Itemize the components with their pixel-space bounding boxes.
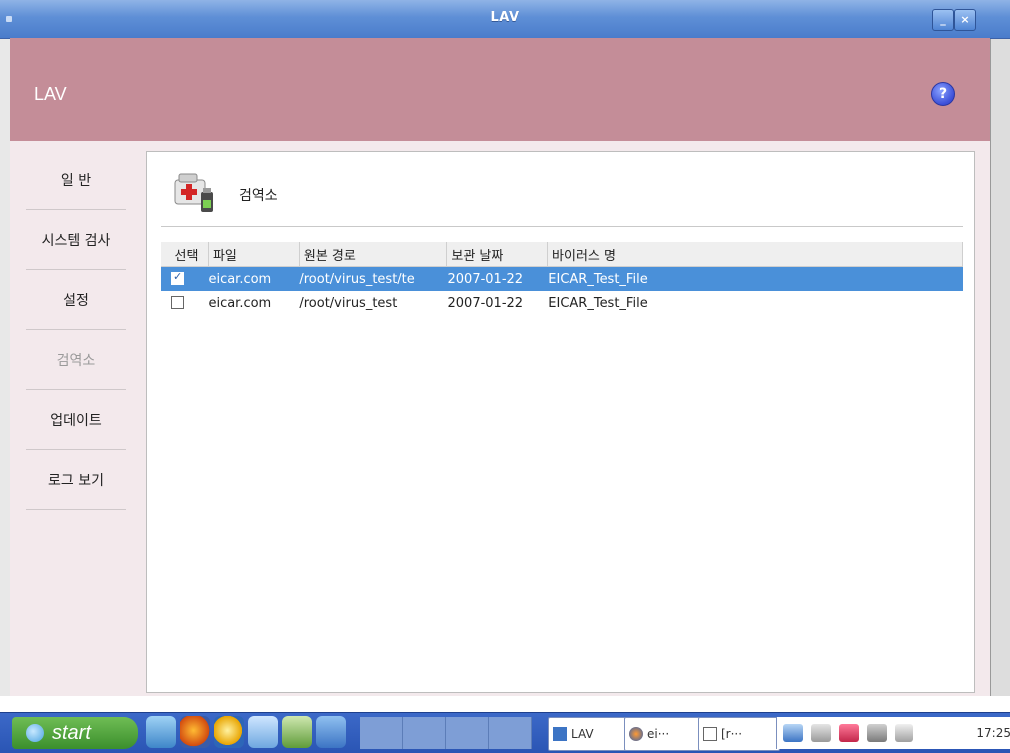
row-select-cell — [161, 295, 204, 312]
tray-app-icon[interactable] — [783, 724, 803, 742]
volume-icon[interactable] — [895, 724, 913, 742]
workspace-2[interactable] — [403, 717, 446, 749]
tray-security-icon[interactable] — [839, 724, 859, 742]
list-row[interactable]: eicar.com /root/virus_test/te 2007-01-22… — [161, 267, 963, 291]
start-orb-icon — [26, 724, 44, 742]
sidebar-nav: 일 반 시스템 검사 설정 검역소 업데이트 로그 보기 — [26, 150, 126, 510]
desktop-icon[interactable] — [146, 716, 176, 748]
sidebar-item-update[interactable]: 업데이트 — [26, 390, 126, 450]
row-file: eicar.com — [208, 295, 272, 311]
row-file: eicar.com — [208, 271, 272, 287]
row-virus: EICAR_Test_File — [548, 271, 648, 287]
app-launcher-icon[interactable] — [316, 716, 346, 748]
window-title: LAV — [490, 10, 520, 25]
row-path: /root/virus_test — [299, 295, 398, 311]
task-terminal[interactable]: [r··· — [698, 717, 780, 751]
messenger-icon[interactable] — [248, 716, 278, 748]
column-virus-name[interactable]: 바이러스 명 — [548, 242, 963, 266]
workspace-1[interactable] — [360, 717, 403, 749]
page-title: 검역소 — [239, 188, 278, 204]
task-lav[interactable]: LAV — [548, 717, 630, 751]
clock[interactable]: 17:25 — [976, 726, 1010, 740]
row-checkbox[interactable] — [171, 295, 184, 309]
sidebar-item-general[interactable]: 일 반 — [26, 150, 126, 210]
notes-icon[interactable] — [282, 716, 312, 748]
browser-task-icon — [629, 727, 643, 741]
sidebar-item-view-log[interactable]: 로그 보기 — [26, 450, 126, 510]
task-browser[interactable]: ei··· — [624, 717, 704, 751]
column-select[interactable]: 선택 — [161, 242, 209, 266]
start-label: start — [52, 721, 91, 744]
task-browser-label: ei··· — [647, 727, 670, 741]
help-icon[interactable]: ? — [931, 82, 955, 106]
quick-launch — [146, 716, 346, 748]
row-virus: EICAR_Test_File — [548, 295, 648, 311]
quarantine-panel: 검역소 선택 파일 원본 경로 보관 날짜 바이러스 명 eicar.com /… — [146, 151, 975, 693]
terminal-task-icon — [703, 727, 717, 741]
sidebar-item-quarantine[interactable]: 검역소 — [26, 330, 126, 390]
row-select-cell — [161, 271, 204, 288]
firefox-icon[interactable] — [180, 716, 210, 748]
workspace-3[interactable] — [446, 717, 489, 749]
task-lav-label: LAV — [571, 727, 594, 741]
taskbar: start LAV ei··· [r··· 17:25 — [0, 712, 1010, 753]
app-title: LAV — [34, 84, 67, 104]
window-titlebar[interactable]: LAV _ × — [0, 0, 1010, 39]
close-button[interactable]: × — [954, 9, 976, 31]
workspace-4[interactable] — [489, 717, 532, 749]
workspace-switcher[interactable] — [360, 717, 532, 749]
header-divider — [161, 226, 963, 227]
column-quarantine-date[interactable]: 보관 날짜 — [447, 242, 549, 266]
row-path: /root/virus_test/te — [299, 271, 415, 287]
row-checkbox[interactable] — [171, 271, 184, 285]
start-button[interactable]: start — [12, 717, 138, 749]
list-header: 선택 파일 원본 경로 보관 날짜 바이러스 명 — [161, 242, 963, 267]
sidebar-item-system-scan[interactable]: 시스템 검사 — [26, 210, 126, 270]
column-file[interactable]: 파일 — [209, 242, 300, 266]
quarantine-list: 선택 파일 원본 경로 보관 날짜 바이러스 명 eicar.com /root… — [161, 242, 963, 315]
lav-task-icon — [553, 727, 567, 741]
printer-icon[interactable] — [811, 724, 831, 742]
task-terminal-label: [r··· — [721, 727, 743, 741]
sidebar-item-settings[interactable]: 설정 — [26, 270, 126, 330]
app-header: LAV ? — [10, 38, 990, 141]
window-right-border — [990, 38, 1010, 696]
thunderbird-icon[interactable] — [214, 716, 244, 748]
row-date: 2007-01-22 — [447, 295, 524, 311]
network-icon[interactable] — [867, 724, 887, 742]
row-date: 2007-01-22 — [447, 271, 524, 287]
column-original-path[interactable]: 원본 경로 — [300, 242, 448, 266]
quarantine-icon — [174, 173, 213, 212]
minimize-button[interactable]: _ — [932, 9, 954, 31]
list-row[interactable]: eicar.com /root/virus_test 2007-01-22 EI… — [161, 291, 963, 315]
system-tray: 17:25 — [776, 717, 1010, 749]
